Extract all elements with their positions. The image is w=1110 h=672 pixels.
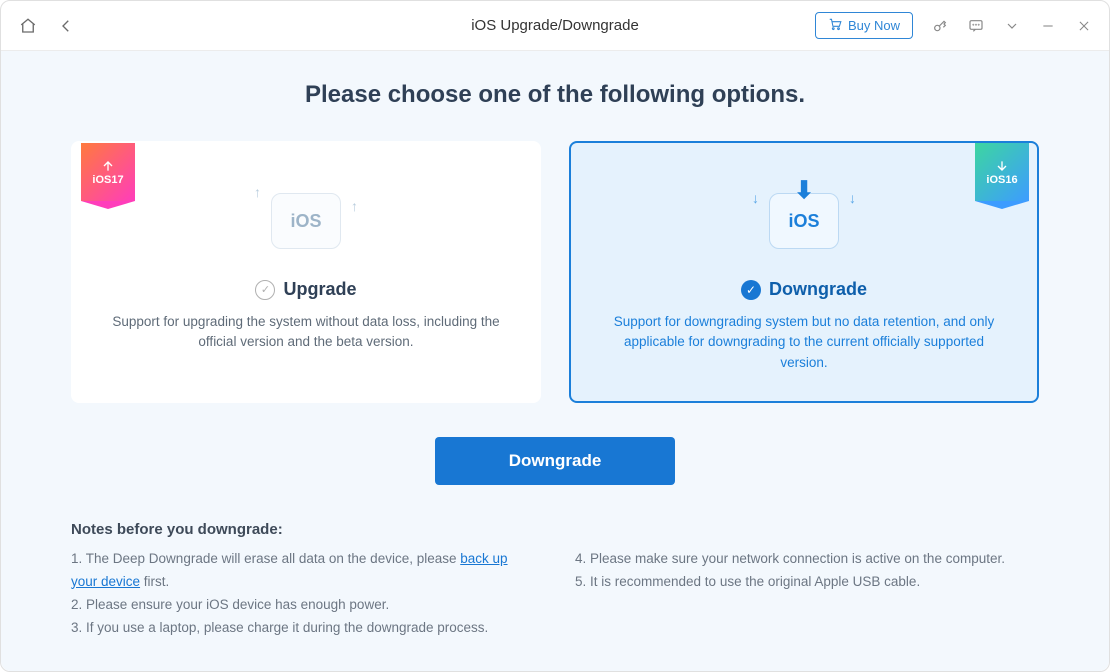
page-heading: Please choose one of the following optio… <box>71 81 1039 109</box>
note-5: 5. It is recommended to use the original… <box>575 571 1039 594</box>
home-icon[interactable] <box>17 15 39 37</box>
note-4: 4. Please make sure your network connect… <box>575 548 1039 571</box>
ios-box-icon: iOS ⬇ ↓ ↓ <box>769 193 839 249</box>
badge-text: iOS17 <box>92 174 123 186</box>
key-icon[interactable] <box>931 17 949 35</box>
upgrade-desc: Support for upgrading the system without… <box>101 312 511 353</box>
buy-now-label: Buy Now <box>848 18 900 33</box>
ios-label: iOS <box>788 211 819 232</box>
badge-text: iOS16 <box>986 174 1017 186</box>
minimize-icon[interactable] <box>1039 17 1057 35</box>
check-circle-icon: ✓ <box>255 280 275 300</box>
ios16-badge: iOS16 <box>975 143 1029 201</box>
arrow-down-icon: ↓ <box>752 190 759 206</box>
titlebar-left <box>17 15 77 37</box>
ios-box-icon: iOS ↑ ↑ <box>271 193 341 249</box>
downgrade-title-row: ✓ Downgrade <box>599 279 1009 300</box>
downgrade-card[interactable]: iOS16 iOS ⬇ ↓ ↓ ✓ Downgrade Support for … <box>569 141 1039 403</box>
upgrade-title-row: ✓ Upgrade <box>101 279 511 300</box>
notes-columns: 1. The Deep Downgrade will erase all dat… <box>71 548 1039 640</box>
arrow-up-icon: ↑ <box>351 198 358 214</box>
titlebar: iOS Upgrade/Downgrade Buy Now <box>1 1 1109 51</box>
buy-now-button[interactable]: Buy Now <box>815 12 913 39</box>
arrow-down-icon: ↓ <box>849 190 856 206</box>
upgrade-illustration: iOS ↑ ↑ <box>101 181 511 261</box>
notes-col-left: 1. The Deep Downgrade will erase all dat… <box>71 548 535 640</box>
close-icon[interactable] <box>1075 17 1093 35</box>
titlebar-right: Buy Now <box>815 12 1093 39</box>
note-3: 3. If you use a laptop, please charge it… <box>71 617 535 640</box>
downgrade-illustration: iOS ⬇ ↓ ↓ <box>599 181 1009 261</box>
upgrade-title: Upgrade <box>283 279 356 300</box>
upgrade-card[interactable]: iOS17 iOS ↑ ↑ ✓ Upgrade Support for upgr… <box>71 141 541 403</box>
ios-label: iOS <box>290 211 321 232</box>
arrow-down-icon: ⬇ <box>794 176 814 205</box>
notes-col-right: 4. Please make sure your network connect… <box>575 548 1039 640</box>
back-icon[interactable] <box>55 15 77 37</box>
downgrade-title: Downgrade <box>769 279 867 300</box>
check-circle-filled-icon: ✓ <box>741 280 761 300</box>
content-area: Please choose one of the following optio… <box>1 51 1109 671</box>
feedback-icon[interactable] <box>967 17 985 35</box>
note-2: 2. Please ensure your iOS device has eno… <box>71 594 535 617</box>
chevron-down-icon[interactable] <box>1003 17 1021 35</box>
arrow-up-icon: ↑ <box>254 184 261 200</box>
note-1-post: first. <box>140 574 169 589</box>
notes-section: Notes before you downgrade: 1. The Deep … <box>71 521 1039 640</box>
option-cards: iOS17 iOS ↑ ↑ ✓ Upgrade Support for upgr… <box>71 141 1039 403</box>
downgrade-button[interactable]: Downgrade <box>435 437 675 485</box>
arrow-up-icon <box>100 158 116 174</box>
ios17-badge: iOS17 <box>81 143 135 201</box>
cart-icon <box>828 17 842 34</box>
notes-title: Notes before you downgrade: <box>71 521 1039 538</box>
window-title: iOS Upgrade/Downgrade <box>471 17 639 34</box>
note-1: 1. The Deep Downgrade will erase all dat… <box>71 548 535 594</box>
note-1-pre: 1. The Deep Downgrade will erase all dat… <box>71 551 460 566</box>
downgrade-desc: Support for downgrading system but no da… <box>599 312 1009 373</box>
arrow-down-icon <box>994 158 1010 174</box>
